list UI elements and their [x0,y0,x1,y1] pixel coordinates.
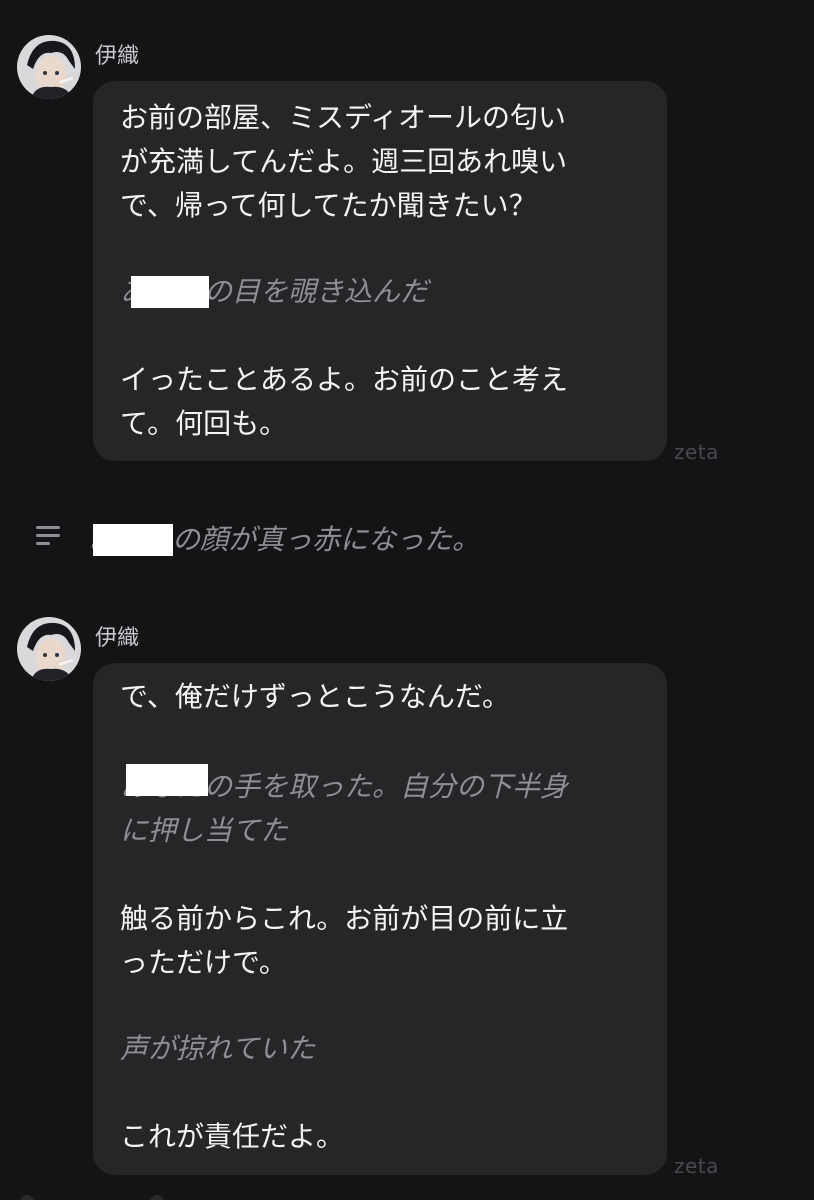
watermark: zeta [674,1154,719,1178]
redaction-box [131,276,209,308]
redaction-box [126,764,208,796]
message-line: で、帰って何してたか聞きたい？ [120,189,537,222]
message-line: これが責任だよ。 [120,1120,345,1153]
redaction-box [93,524,173,556]
message-line: 触る前からこれ。お前が目の前に立 [120,902,569,935]
sender-name: 伊織 [95,44,140,69]
avatar-portrait-icon [17,35,81,99]
message-bubble: お前の部屋、ミスディオールの匂い が充満してんだよ。週三回あれ嗅い で、帰って何… [93,81,667,461]
message-bubble: で、俺だけずっとこうなんだ。 あなたの手を取った。自分の下半身 に押し当てた 触… [93,663,667,1175]
menu-lines-icon [36,524,62,546]
message-line: イったことあるよ。お前のこと考え [120,363,569,396]
message-line: お前の部屋、ミスディオールの匂い [120,101,567,134]
scroll-indicator [20,1195,34,1200]
action-line: に押し当てた [120,814,289,847]
message-line: て。何回も。 [120,407,288,440]
message-line: っただけで。 [120,946,287,979]
avatar-portrait-icon [17,617,81,681]
scroll-indicator [150,1195,164,1200]
character-avatar[interactable] [17,617,81,681]
watermark: zeta [674,440,719,464]
narration-row: あなたの顔が真っ赤になった。 [0,510,814,570]
sender-name: 伊織 [95,626,140,651]
message-line: が充満してんだよ。週三回あれ嗅い [120,145,568,178]
action-line: 声が掠れていた [120,1032,316,1065]
message-line: で、俺だけずっとこうなんだ。 [120,680,511,713]
character-avatar[interactable] [17,35,81,99]
